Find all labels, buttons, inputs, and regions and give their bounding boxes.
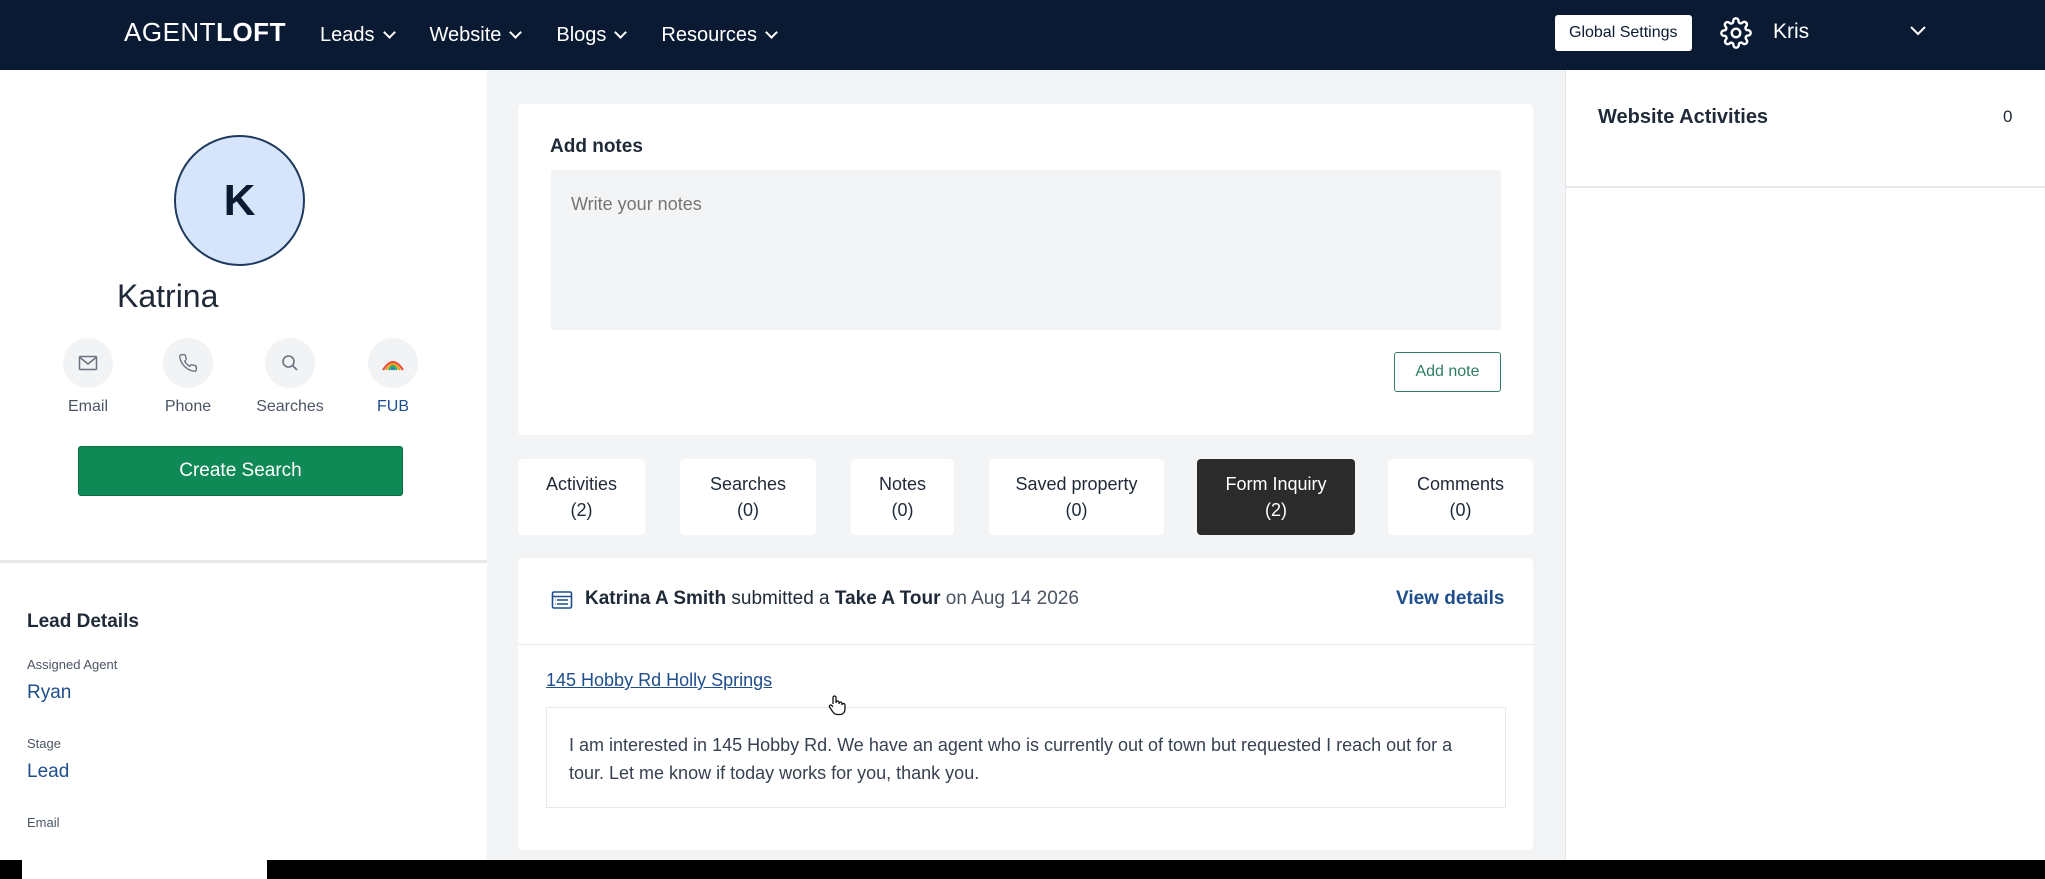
website-activities-panel <box>1565 70 2045 860</box>
submission-date: on Aug 14 2026 <box>945 588 1079 609</box>
nav-leads-label: Leads <box>320 23 375 46</box>
assigned-agent-label: Assigned Agent <box>27 657 118 672</box>
email-label: Email <box>27 815 60 830</box>
logo-text-bold: LOFT <box>216 17 286 47</box>
phone-icon <box>179 353 198 372</box>
assigned-agent-value[interactable]: Ryan <box>27 682 71 704</box>
fub-icon-wrap[interactable] <box>368 338 418 388</box>
nav-resources-label: Resources <box>661 23 758 46</box>
form-icon <box>551 591 573 609</box>
nav-website-label: Website <box>429 23 502 46</box>
phone-action[interactable]: Phone <box>143 338 233 416</box>
add-note-button[interactable]: Add note <box>1394 352 1501 392</box>
view-details-link[interactable]: View details <box>1396 588 1504 610</box>
bottom-overlay <box>22 860 267 879</box>
tab-searches-count: (0) <box>737 500 759 520</box>
lead-details-section <box>0 563 487 863</box>
tab-activities-count: (2) <box>570 500 593 520</box>
fub-action-label: FUB <box>377 398 409 415</box>
tab-comments-count: (0) <box>1449 500 1472 520</box>
divider <box>1565 186 2045 188</box>
nav-blogs-label: Blogs <box>556 23 607 46</box>
phone-icon-wrap[interactable] <box>163 338 213 388</box>
tab-notes-count: (0) <box>891 500 914 520</box>
search-icon-wrap[interactable] <box>265 338 315 388</box>
email-action[interactable]: Email <box>43 338 133 416</box>
tab-form-inquiry-label: Form Inquiry <box>1225 474 1327 494</box>
nav-leads[interactable]: Leads <box>320 23 396 47</box>
main-menu: Leads Website Blogs Resources <box>320 0 812 70</box>
lead-name: Katrina <box>117 278 219 314</box>
chevron-down-icon[interactable] <box>1909 24 1927 38</box>
gear-icon[interactable] <box>1720 17 1752 49</box>
tab-searches-label: Searches <box>709 474 787 494</box>
chevron-down-icon <box>382 26 396 39</box>
website-activities-count: 0 <box>2003 107 2013 126</box>
email-action-label: Email <box>67 398 108 415</box>
nav-website[interactable]: Website <box>429 23 523 47</box>
nav-blogs[interactable]: Blogs <box>556 23 628 47</box>
hand-cursor-icon <box>828 695 846 716</box>
add-notes-title: Add notes <box>550 136 643 157</box>
tab-form-inquiry-count: (2) <box>1265 500 1287 520</box>
create-search-button[interactable]: Create Search <box>78 446 403 496</box>
agentloft-logo[interactable]: AGENTLOFT <box>124 17 286 48</box>
searches-action[interactable]: Searches <box>245 338 335 416</box>
tab-notes[interactable]: Notes (0) <box>851 459 954 535</box>
notes-textarea[interactable] <box>551 170 1501 330</box>
user-name[interactable]: Kris <box>1773 20 1809 44</box>
mail-icon-wrap[interactable] <box>63 338 113 388</box>
form-name: Take A Tour <box>834 588 941 609</box>
tab-comments[interactable]: Comments (0) <box>1388 459 1533 535</box>
searches-action-label: Searches <box>256 398 324 415</box>
mail-icon <box>78 355 98 371</box>
stage-value[interactable]: Lead <box>27 761 69 783</box>
tab-form-inquiry[interactable]: Form Inquiry (2) <box>1197 459 1355 535</box>
submission-verb: submitted a <box>731 588 830 609</box>
tab-saved-property-count: (0) <box>1065 500 1088 520</box>
tab-activities-label: Activities <box>545 474 617 494</box>
submission-summary: Katrina A Smith submitted a Take A Tour … <box>585 588 1079 610</box>
bottom-bar <box>0 860 2045 879</box>
chevron-down-icon <box>509 26 523 39</box>
lead-details-title: Lead Details <box>27 611 139 632</box>
inquiry-message: I am interested in 145 Hobby Rd. We have… <box>546 707 1506 808</box>
tab-activities[interactable]: Activities (2) <box>518 459 645 535</box>
fub-logo-icon <box>382 361 404 371</box>
website-activities-title: Website Activities <box>1598 106 1769 128</box>
tab-notes-label: Notes <box>878 474 927 494</box>
chevron-down-icon <box>614 26 628 39</box>
top-navbar: AGENTLOFT Leads Website Blogs Resources … <box>0 0 2045 70</box>
tab-comments-label: Comments <box>1416 474 1505 494</box>
tab-saved-property[interactable]: Saved property (0) <box>989 459 1164 535</box>
property-address-link[interactable]: 145 Hobby Rd Holly Springs <box>546 670 772 691</box>
avatar: K <box>174 135 305 266</box>
logo-text-light: AGENT <box>124 17 217 47</box>
submitter-name: Katrina A Smith <box>585 588 727 609</box>
phone-action-label: Phone <box>164 398 212 415</box>
tab-searches[interactable]: Searches (0) <box>680 459 816 535</box>
fub-action[interactable]: FUB <box>348 338 438 416</box>
stage-label: Stage <box>27 736 61 751</box>
chevron-down-icon <box>765 26 778 39</box>
search-icon <box>282 355 298 371</box>
tab-saved-property-label: Saved property <box>1015 474 1138 494</box>
divider <box>518 644 1533 645</box>
global-settings-button[interactable]: Global Settings <box>1555 15 1692 51</box>
nav-resources[interactable]: Resources <box>661 23 778 47</box>
